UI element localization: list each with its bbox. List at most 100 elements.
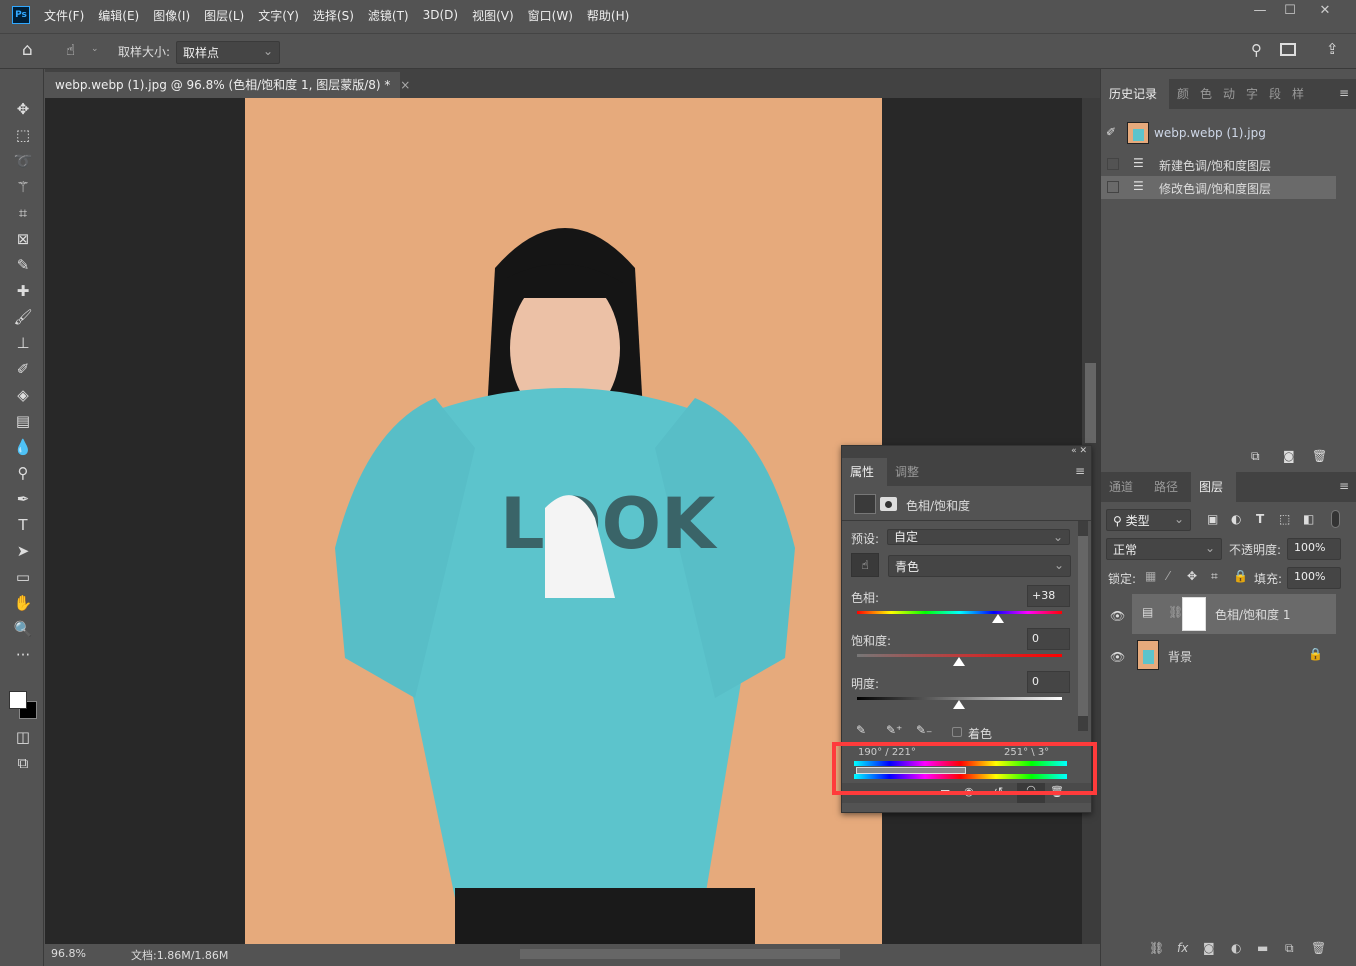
close-window-button[interactable]: ✕ [1310, 0, 1340, 24]
screen-mode-icon[interactable]: ⧉ [12, 753, 34, 773]
path-select-icon[interactable]: ➤ [12, 541, 34, 561]
saturation-slider-thumb[interactable] [953, 657, 965, 666]
eraser-tool-icon[interactable]: ◈ [12, 385, 34, 405]
panel-menu-icon[interactable]: ≡ [1339, 479, 1349, 493]
chevron-down-icon[interactable]: ⌄ [91, 44, 99, 54]
type-filter-icon[interactable]: T [1256, 512, 1264, 526]
smart-object-filter-icon[interactable]: ◧ [1303, 512, 1314, 526]
share-icon[interactable]: ⇪ [1326, 40, 1339, 58]
new-adjustment-icon[interactable]: ◐ [1231, 941, 1241, 955]
home-icon[interactable]: ⌂ [22, 40, 33, 60]
document-tab[interactable]: webp.webp (1).jpg @ 96.8% (色相/饱和度 1, 图层蒙… [45, 72, 410, 98]
opacity-input[interactable]: 100% [1287, 538, 1341, 560]
rectangle-tool-icon[interactable]: ▭ [12, 567, 34, 587]
adjustment-icon[interactable] [854, 494, 876, 514]
hand-tool-icon[interactable]: ☝ [66, 41, 75, 59]
blend-mode-select[interactable]: 正常 ⌄ [1106, 538, 1222, 560]
layer-row[interactable]: 背景 🔒 [1132, 636, 1336, 676]
menu-file[interactable]: 文件(F) [44, 7, 84, 24]
fill-input[interactable]: 100% [1287, 567, 1341, 589]
menu-select[interactable]: 选择(S) [313, 7, 354, 24]
delete-icon[interactable]: 🗑 [1312, 449, 1327, 463]
zoom-tool-icon[interactable]: 🔍 [12, 619, 34, 639]
menu-layer[interactable]: 图层(L) [204, 7, 244, 24]
menu-3d[interactable]: 3D(D) [423, 8, 458, 22]
tab-channels[interactable]: 通道 [1101, 472, 1141, 502]
layer-row-selected[interactable]: ▤ ⛓ 色相/饱和度 1 [1132, 594, 1336, 634]
saturation-input[interactable]: 0 [1027, 628, 1070, 650]
brush-tool-icon[interactable]: 🖌 [12, 307, 34, 327]
channel-select[interactable]: 青色 ⌄ [888, 555, 1071, 577]
tab-properties[interactable]: 属性 [842, 458, 887, 486]
fx-icon[interactable]: fx [1177, 941, 1188, 955]
marquee-tool-icon[interactable]: ⬚ [12, 125, 34, 145]
pen-tool-icon[interactable]: ✒ [12, 489, 34, 509]
close-tab-icon[interactable]: × [400, 78, 410, 92]
menu-view[interactable]: 视图(V) [472, 7, 514, 24]
panel-collapse-close[interactable]: « ✕ [842, 446, 1091, 458]
new-document-icon[interactable]: ⧉ [1251, 449, 1260, 464]
tab-adjustments[interactable]: 调整 [887, 458, 927, 486]
foreground-color-swatch[interactable] [9, 691, 27, 709]
layer-mask-thumbnail[interactable] [1182, 597, 1206, 631]
workspace-icon[interactable] [1280, 43, 1296, 56]
maximize-button[interactable]: ☐ [1275, 0, 1305, 24]
eyedropper-plus-icon[interactable]: ✎⁺ [886, 723, 902, 737]
menu-help[interactable]: 帮助(H) [587, 7, 629, 24]
gradient-tool-icon[interactable]: ▤ [12, 411, 34, 431]
eye-icon[interactable]: 👁 [1110, 609, 1125, 623]
lock-all-icon[interactable]: 🔒 [1233, 569, 1248, 583]
properties-scrollbar[interactable] [1078, 521, 1088, 731]
hue-input[interactable]: +38 [1027, 585, 1070, 607]
checkbox[interactable] [1107, 158, 1119, 170]
panel-menu-icon[interactable]: ≡ [1075, 464, 1085, 478]
history-brush-icon[interactable]: ✐ [12, 359, 34, 379]
colorize-checkbox[interactable] [952, 727, 962, 737]
hue-slider[interactable] [857, 611, 1062, 614]
filter-toggle[interactable] [1331, 510, 1340, 528]
checkbox[interactable] [1107, 181, 1119, 193]
magic-wand-icon[interactable]: ⚚ [12, 177, 34, 197]
healing-brush-icon[interactable]: ✚ [12, 281, 34, 301]
zoom-level[interactable]: 96.8% [51, 947, 86, 960]
lock-pixels-icon[interactable]: ▦ [1145, 569, 1156, 583]
move-tool-icon[interactable]: ✥ [12, 99, 34, 119]
add-mask-icon[interactable]: ◙ [1203, 941, 1215, 955]
history-snapshot[interactable]: ✐ webp.webp (1).jpg [1101, 119, 1336, 147]
eyedropper-icon[interactable]: ✎ [12, 255, 34, 275]
document-image[interactable]: LOOK [245, 98, 882, 944]
lock-artboard-icon[interactable]: ⌗ [1211, 569, 1218, 584]
image-filter-icon[interactable]: ▣ [1207, 512, 1218, 526]
scrollbar-thumb[interactable] [1085, 363, 1096, 443]
menu-window[interactable]: 窗口(W) [528, 7, 573, 24]
hand-tool-icon[interactable]: ✋ [12, 593, 34, 613]
stamp-tool-icon[interactable]: ⊥ [12, 333, 34, 353]
camera-icon[interactable]: ◙ [1283, 449, 1295, 463]
adjustment-filter-icon[interactable]: ◐ [1231, 512, 1241, 526]
preset-select[interactable]: 自定 ⌄ [887, 529, 1070, 545]
quick-mask-icon[interactable]: ◫ [12, 727, 34, 747]
eye-icon[interactable]: 👁 [1110, 650, 1125, 664]
targeted-adjustment-icon[interactable]: ☝ [851, 553, 879, 577]
horizontal-scrollbar[interactable] [520, 949, 840, 959]
mask-icon[interactable] [880, 497, 897, 511]
history-item-selected[interactable]: ☰ 修改色调/饱和度图层 [1101, 176, 1336, 199]
menu-filter[interactable]: 滤镜(T) [368, 7, 409, 24]
type-tool-icon[interactable]: T [12, 515, 34, 535]
lock-paint-icon[interactable]: ⁄ [1167, 569, 1169, 583]
frame-tool-icon[interactable]: ⊠ [12, 229, 34, 249]
hue-slider-thumb[interactable] [992, 614, 1005, 623]
tab-paths[interactable]: 路径 [1146, 472, 1186, 502]
blur-tool-icon[interactable]: 💧 [12, 437, 34, 457]
layer-filter-select[interactable]: ⚲ 类型 ⌄ [1106, 509, 1191, 531]
more-tools-icon[interactable]: ··· [12, 645, 34, 665]
lock-position-icon[interactable]: ✥ [1187, 569, 1197, 583]
tab-styles[interactable]: 样 [1284, 79, 1312, 109]
minimize-button[interactable]: — [1245, 0, 1275, 24]
eyedropper-minus-icon[interactable]: ✎₋ [916, 723, 932, 737]
dodge-tool-icon[interactable]: ⚲ [12, 463, 34, 483]
tab-layers[interactable]: 图层 [1191, 472, 1236, 502]
lightness-input[interactable]: 0 [1027, 671, 1070, 693]
menu-type[interactable]: 文字(Y) [258, 7, 299, 24]
menu-image[interactable]: 图像(I) [153, 7, 190, 24]
